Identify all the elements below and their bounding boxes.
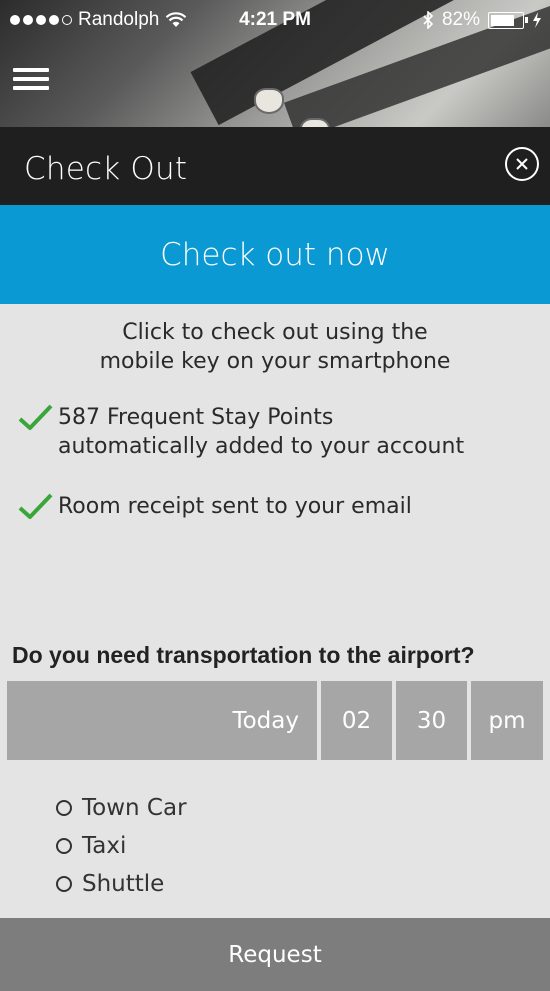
pendant-lamp: [254, 88, 284, 114]
benefit-item: 587 Frequent Stay Points automatically a…: [18, 403, 464, 461]
checkmark-icon: [18, 404, 53, 430]
charging-icon: [533, 12, 541, 28]
page-title: Check Out: [24, 151, 188, 187]
option-label: Shuttle: [82, 871, 165, 897]
pendant-lamp: [300, 118, 330, 127]
benefit-item: Room receipt sent to your email: [18, 492, 412, 528]
hamburger-line: [13, 77, 49, 81]
option-shuttle[interactable]: Shuttle: [56, 865, 187, 903]
ampm-selector[interactable]: pm: [471, 681, 543, 760]
benefit-text: 587 Frequent Stay Points: [58, 405, 334, 430]
option-taxi[interactable]: Taxi: [56, 827, 187, 865]
checkmark-icon: [18, 493, 53, 519]
check-out-now-button[interactable]: Check out now: [0, 205, 550, 304]
radio-button[interactable]: [56, 800, 72, 816]
battery-icon: [488, 11, 528, 29]
pickup-time-picker: Today 02 30 pm: [7, 681, 543, 760]
menu-button[interactable]: [13, 68, 49, 94]
day-selector[interactable]: Today: [7, 681, 317, 760]
close-button[interactable]: [505, 147, 539, 181]
instruction-line: mobile key on your smartphone: [99, 349, 451, 374]
hour-selector[interactable]: 02: [321, 681, 392, 760]
minute-selector[interactable]: 30: [396, 681, 467, 760]
radio-button[interactable]: [56, 838, 72, 854]
header-bar: Check Out: [0, 127, 550, 205]
checkout-instructions: Click to check out using the mobile key …: [0, 318, 550, 376]
option-label: Town Car: [82, 795, 187, 821]
benefit-text: automatically added to your account: [58, 434, 465, 459]
request-button[interactable]: Request: [0, 918, 550, 991]
hamburger-line: [13, 86, 49, 90]
close-icon: [516, 158, 528, 170]
battery-percent: 82%: [441, 9, 480, 30]
transport-question: Do you need transportation to the airpor…: [12, 642, 475, 668]
bluetooth-icon: [423, 11, 434, 29]
option-label: Taxi: [82, 833, 127, 859]
transport-options: Town Car Taxi Shuttle: [56, 789, 187, 903]
benefit-text: Room receipt sent to your email: [58, 494, 412, 519]
option-town-car[interactable]: Town Car: [56, 789, 187, 827]
instruction-line: Click to check out using the: [122, 320, 428, 345]
hamburger-menu-icon: [13, 68, 49, 72]
radio-button[interactable]: [56, 876, 72, 892]
status-bar: Randolph 4:21 PM 82%: [0, 0, 550, 40]
